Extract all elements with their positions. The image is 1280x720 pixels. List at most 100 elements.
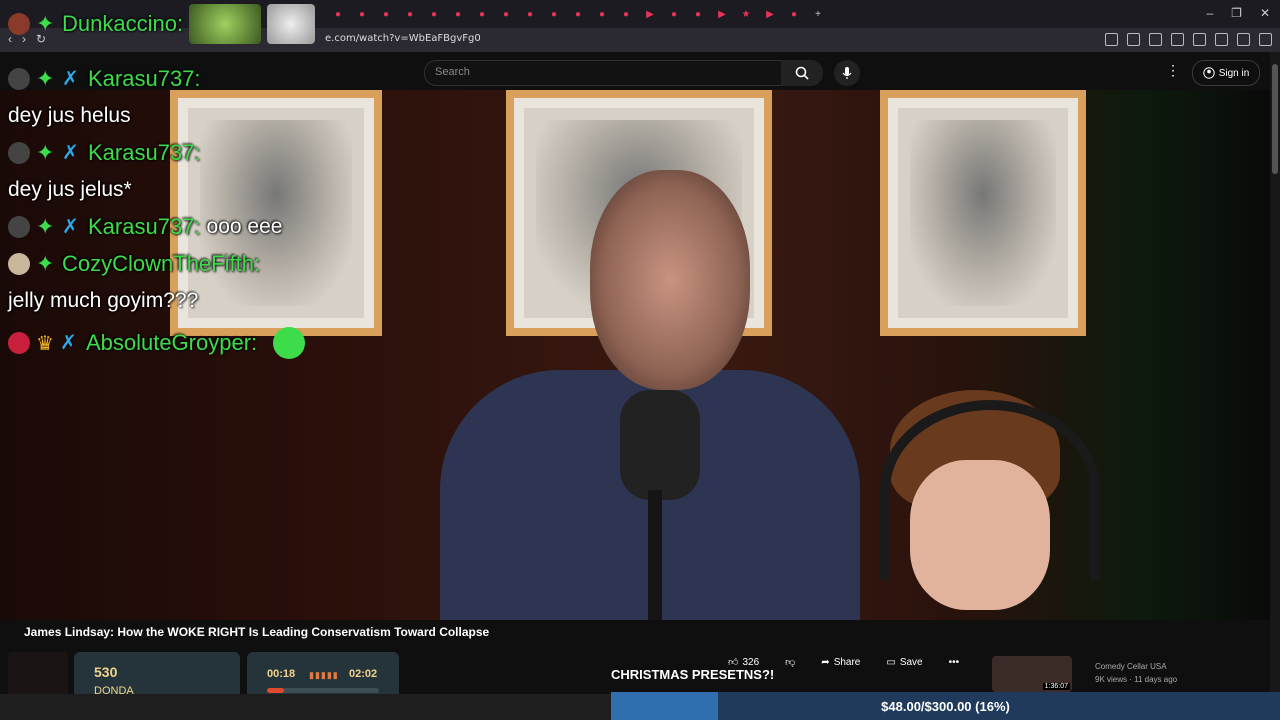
- user-avatar: [8, 67, 30, 90]
- microphone-graphic: [620, 390, 700, 500]
- play-tab-icon[interactable]: ▶: [762, 6, 778, 22]
- extension-icon[interactable]: [1171, 33, 1184, 46]
- chat-text: dey jus helus: [8, 103, 131, 127]
- user-avatar: [8, 141, 30, 164]
- chat-message: ♛ ✗ AbsoluteGroyper:: [8, 319, 568, 367]
- user-avatar: [8, 332, 30, 354]
- share-button[interactable]: ➦ Share: [815, 653, 866, 672]
- tab-list: ● ● ● ● ● ● ● ● ● ● ● ● ● ▶ ● ● ▶ ★ ▶ ● +: [330, 6, 826, 22]
- related-meta: 9K views · 11 days ago: [1095, 675, 1178, 684]
- youtube-tab-icon[interactable]: ●: [498, 6, 514, 22]
- chat-username: Karasu737:: [88, 65, 201, 91]
- window-controls: – ❐ ✕: [1206, 6, 1270, 20]
- youtube-tab-icon[interactable]: ●: [354, 6, 370, 22]
- extension-icon[interactable]: [1237, 33, 1250, 46]
- counter-value: 530: [94, 664, 118, 680]
- youtube-tab-icon[interactable]: ●: [378, 6, 394, 22]
- star-tab-icon[interactable]: ★: [738, 6, 754, 22]
- youtube-tab-icon[interactable]: ●: [594, 6, 610, 22]
- account-icon: [1203, 67, 1215, 79]
- youtube-tab-icon[interactable]: ●: [522, 6, 538, 22]
- youtube-tab-icon[interactable]: ●: [546, 6, 562, 22]
- voice-search-button[interactable]: [834, 60, 860, 86]
- chat-message: ✦ ✗ Karasu737:: [8, 134, 568, 171]
- extension-icon[interactable]: [1193, 33, 1206, 46]
- save-button[interactable]: ▭ Save: [880, 653, 928, 672]
- dislike-button[interactable]: 👎︎: [779, 652, 801, 672]
- related-video-info[interactable]: Comedy Cellar USA 9K views · 11 days ago: [1095, 660, 1177, 686]
- chat-message-top: ✦ Dunkaccino:: [8, 4, 316, 44]
- emote-image: [273, 327, 306, 359]
- time-total: 02:02: [349, 668, 378, 680]
- youtube-tab-icon[interactable]: ●: [450, 6, 466, 22]
- chat-message: ✦ ✗ Karasu737: ooo eee: [8, 208, 568, 245]
- user-avatar: [8, 13, 30, 35]
- emote-image: [189, 4, 262, 44]
- maximize-button[interactable]: ❐: [1231, 6, 1242, 20]
- picture-frame: [880, 90, 1086, 336]
- youtube-tab-icon[interactable]: ●: [570, 6, 586, 22]
- sword-badge-icon: ✗: [62, 141, 79, 164]
- chat-username: Karasu737:: [88, 213, 201, 239]
- related-video-thumbnail[interactable]: 1:36:07: [992, 656, 1072, 692]
- extension-icon[interactable]: [1105, 33, 1118, 46]
- save-label: Save: [899, 656, 923, 668]
- audio-bars-icon: ▮▮▮▮▮: [309, 670, 339, 680]
- crown-badge-icon: ♛: [36, 332, 54, 355]
- thumbs-down-icon: 👎︎: [785, 657, 796, 668]
- banner-text: CHRISTMAS PRESETNS?!: [611, 667, 775, 682]
- taskbar: [0, 694, 611, 720]
- song-progress-fill: [267, 688, 284, 693]
- extension-icon[interactable]: [1127, 33, 1140, 46]
- sword-badge-icon: ✗: [62, 67, 79, 90]
- extension-icon[interactable]: [1215, 33, 1228, 46]
- youtube-tab-icon[interactable]: ●: [330, 6, 346, 22]
- diamond-badge-icon: ✦: [36, 139, 55, 165]
- video-title: James Lindsay: How the WOKE RIGHT Is Lea…: [24, 625, 490, 639]
- sword-badge-icon: ✗: [62, 215, 79, 238]
- user-avatar: [8, 252, 30, 275]
- sword-badge-icon: ✗: [59, 332, 77, 354]
- search-button[interactable]: [781, 60, 823, 86]
- share-icon: ➦: [821, 656, 830, 668]
- diamond-badge-icon: ✦: [36, 250, 55, 276]
- youtube-tab-icon[interactable]: ●: [426, 6, 442, 22]
- chat-username: AbsoluteGroyper:: [85, 330, 258, 355]
- microphone-stand-graphic: [648, 490, 662, 620]
- song-progress-bar: [267, 688, 379, 693]
- play-tab-icon[interactable]: ▶: [642, 6, 658, 22]
- url-field[interactable]: e.com/watch?v=WbEaFBgvFg0: [325, 33, 481, 44]
- youtube-tab-icon[interactable]: ●: [690, 6, 706, 22]
- video-duration: 1:36:07: [1042, 683, 1070, 690]
- new-tab-button[interactable]: +: [810, 6, 826, 22]
- extension-icon[interactable]: [1149, 33, 1162, 46]
- sign-in-button[interactable]: Sign in: [1192, 60, 1260, 86]
- menu-icon[interactable]: [1259, 33, 1272, 46]
- donation-goal-bar: $48.00/$300.00 (16%): [611, 692, 1280, 720]
- chat-message: ✦ CozyClownTheFifth:: [8, 245, 568, 282]
- chat-username: Karasu737:: [88, 139, 201, 165]
- youtube-tab-icon[interactable]: ●: [666, 6, 682, 22]
- user-avatar: [8, 215, 30, 238]
- diamond-badge-icon: ✦: [36, 65, 55, 91]
- close-window-button[interactable]: ✕: [1260, 6, 1270, 20]
- scrollbar-thumb[interactable]: [1272, 64, 1278, 174]
- sign-in-label: Sign in: [1218, 67, 1250, 79]
- share-label: Share: [833, 656, 861, 668]
- youtube-tab-icon[interactable]: ●: [402, 6, 418, 22]
- chat-username: Dunkaccino:: [62, 11, 184, 36]
- discord-tab-icon[interactable]: ●: [786, 6, 802, 22]
- more-options-icon[interactable]: ⋮: [1166, 62, 1180, 79]
- minimize-button[interactable]: –: [1206, 6, 1213, 20]
- more-icon: •••: [948, 656, 960, 668]
- youtube-tab-icon[interactable]: ●: [474, 6, 490, 22]
- chat-username: CozyClownTheFifth:: [62, 250, 261, 276]
- chat-overlay: ✦ ✗ Karasu737: dey jus helus ✦ ✗ Karasu7…: [8, 60, 568, 367]
- more-actions-button[interactable]: •••: [943, 653, 966, 672]
- play-tab-icon[interactable]: ▶: [714, 6, 730, 22]
- chat-text: ooo eee: [206, 214, 283, 238]
- chat-text: jelly much goyim???: [8, 288, 199, 312]
- time-elapsed: 00:18: [267, 668, 296, 680]
- youtube-tab-icon[interactable]: ●: [618, 6, 634, 22]
- goal-text: $48.00/$300.00 (16%): [881, 699, 1010, 714]
